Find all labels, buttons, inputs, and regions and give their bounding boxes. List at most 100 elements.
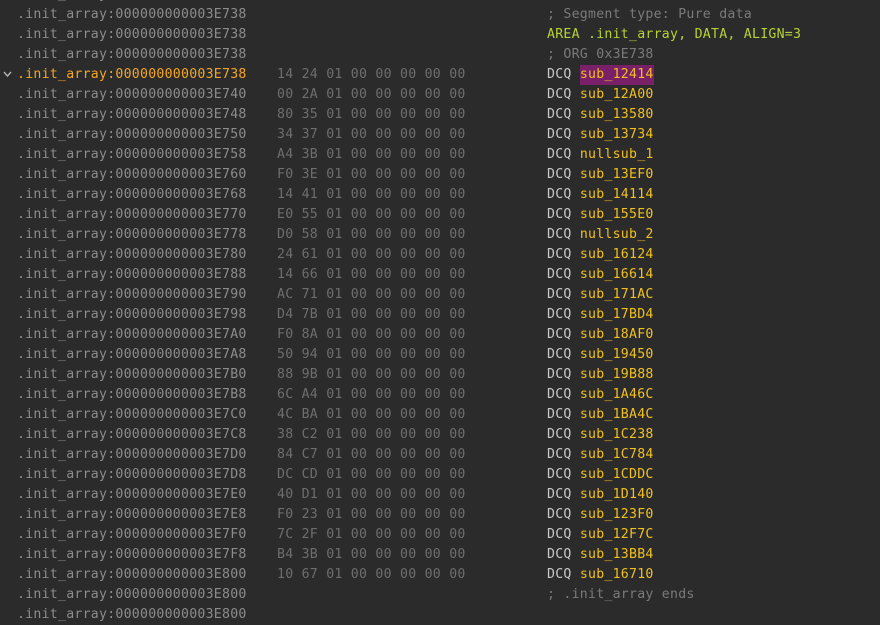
listing-line[interactable]: .init_array:000000000003E7D0 84 C7 01 00 … (0, 445, 880, 465)
line-address[interactable]: .init_array:000000000003E798 (17, 305, 247, 325)
function-reference-link[interactable]: sub_14114 (580, 185, 654, 205)
function-reference-link[interactable]: nullsub_2 (580, 225, 654, 245)
function-reference-link[interactable]: sub_16124 (580, 245, 654, 265)
listing-line[interactable]: .init_array:000000000003E800 10 67 01 00 … (0, 565, 880, 585)
listing-line[interactable]: .init_array:000000000003E740 00 2A 01 00 … (0, 85, 880, 105)
listing-line[interactable]: .init_array:000000000003E7B0 88 9B 01 00 … (0, 365, 880, 385)
instruction: DCQ sub_1D140 (547, 485, 654, 505)
function-reference-link[interactable]: sub_155E0 (580, 205, 654, 225)
line-address[interactable]: .init_array:000000000003E740 (17, 85, 247, 105)
chevron-down-icon[interactable] (1, 65, 15, 85)
instruction: DCQ sub_19B88 (547, 365, 654, 385)
listing-line[interactable]: .init_array:000000000003E7C0 4C BA 01 00 … (0, 405, 880, 425)
listing-line[interactable]: .init_array:000000000003E780 24 61 01 00 … (0, 245, 880, 265)
line-address[interactable]: .init_array:000000000003E7F0 (17, 525, 247, 545)
function-reference-link[interactable]: sub_1C238 (580, 425, 654, 445)
listing-line[interactable]: .init_array:000000000003E800 (0, 605, 880, 625)
line-address[interactable]: .init_array:000000000003E7F8 (17, 545, 247, 565)
listing-line[interactable]: .init_array:000000000003E760 F0 3E 01 00 … (0, 165, 880, 185)
listing-line[interactable]: .init_array:000000000003E798 D4 7B 01 00 … (0, 305, 880, 325)
line-address[interactable]: .init_array:000000000003E778 (17, 225, 247, 245)
line-address[interactable]: .init_array:000000000003E768 (17, 185, 247, 205)
function-reference-link[interactable]: sub_12A00 (580, 85, 654, 105)
line-address[interactable]: .init_array:000000000003E760 (17, 165, 247, 185)
function-reference-link[interactable]: sub_1BA4C (580, 405, 654, 425)
function-reference-link[interactable]: sub_1CDDC (580, 465, 654, 485)
function-reference-link[interactable]: sub_1C784 (580, 445, 654, 465)
hex-bytes: F0 8A 01 00 00 00 00 00 (277, 327, 466, 342)
line-address[interactable]: .init_array:000000000003E7E0 (17, 485, 247, 505)
line-address[interactable]: .init_array:000000000003E758 (17, 145, 247, 165)
line-address[interactable]: .init_array:000000000003E7B8 (17, 385, 247, 405)
line-address[interactable]: .init_array:000000000003E790 (17, 285, 247, 305)
listing-line[interactable]: .init_array:000000000003E7A8 50 94 01 00 … (0, 345, 880, 365)
line-address[interactable]: .init_array:000000000003E7A8 (17, 345, 247, 365)
listing-line[interactable]: .init_array:000000000003E770 E0 55 01 00 … (0, 205, 880, 225)
listing-line[interactable]: .init_array:000000000003E738 14 24 01 00 … (0, 65, 880, 85)
line-address[interactable]: .init_array:000000000003E7D0 (17, 445, 247, 465)
line-address[interactable]: .init_array:000000000003E7E8 (17, 505, 247, 525)
line-address[interactable]: .init_array:000000000003E770 (17, 205, 247, 225)
function-reference-link[interactable]: sub_13734 (580, 125, 654, 145)
function-reference-link[interactable]: sub_123F0 (580, 505, 654, 525)
segment-name: .init_array: (17, 547, 116, 562)
listing-line[interactable]: .init_array:000000000003E768 14 41 01 00 … (0, 185, 880, 205)
function-reference-link[interactable]: sub_16710 (580, 565, 654, 585)
listing-line[interactable]: .init_array:000000000003E788 14 66 01 00 … (0, 265, 880, 285)
listing-line[interactable]: .init_array:000000000003E7B8 6C A4 01 00 … (0, 385, 880, 405)
listing-line[interactable]: .init_array:000000000003E738 AREA .init_a… (0, 25, 880, 45)
function-reference-link[interactable]: sub_13EF0 (580, 165, 654, 185)
listing-line[interactable]: .init_array:000000000003E7C8 38 C2 01 00 … (0, 425, 880, 445)
disassembly-listing[interactable]: .init_array:000000000003E738.init_array:… (0, 0, 880, 625)
listing-line[interactable]: .init_array:000000000003E7E0 40 D1 01 00 … (0, 485, 880, 505)
function-reference-link[interactable]: sub_19B88 (580, 365, 654, 385)
listing-line[interactable]: .init_array:000000000003E7D8 DC CD 01 00 … (0, 465, 880, 485)
line-address[interactable]: .init_array:000000000003E800 (17, 585, 247, 605)
function-reference-link[interactable]: sub_1D140 (580, 485, 654, 505)
function-reference-link[interactable]: sub_171AC (580, 285, 654, 305)
line-address[interactable]: .init_array:000000000003E7A0 (17, 325, 247, 345)
line-address[interactable]: .init_array:000000000003E738 (17, 65, 247, 85)
function-reference-link[interactable]: sub_13BB4 (580, 545, 654, 565)
line-address[interactable]: .init_array:000000000003E7C8 (17, 425, 247, 445)
function-reference-link[interactable]: sub_13580 (580, 105, 654, 125)
function-reference-link[interactable]: sub_1A46C (580, 385, 654, 405)
line-address[interactable]: .init_array:000000000003E800 (17, 565, 247, 585)
function-reference-link[interactable]: sub_17BD4 (580, 305, 654, 325)
function-reference-link[interactable]: nullsub_1 (580, 145, 654, 165)
line-address[interactable]: .init_array:000000000003E780 (17, 245, 247, 265)
line-address[interactable]: .init_array:000000000003E750 (17, 125, 247, 145)
hex-bytes: 4C BA 01 00 00 00 00 00 (277, 407, 466, 422)
line-address[interactable]: .init_array:000000000003E800 (17, 605, 247, 625)
listing-line[interactable]: .init_array:000000000003E800 ; .init_arra… (0, 585, 880, 605)
line-address[interactable]: .init_array:000000000003E7D8 (17, 465, 247, 485)
line-address[interactable]: .init_array:000000000003E748 (17, 105, 247, 125)
instruction: DCQ sub_16614 (547, 265, 654, 285)
listing-line[interactable]: .init_array:000000000003E7F8 B4 3B 01 00 … (0, 545, 880, 565)
function-reference-link[interactable]: sub_12414 (579, 65, 654, 85)
hex-bytes: 00 2A 01 00 00 00 00 00 (277, 87, 466, 102)
listing-line[interactable]: .init_array:000000000003E7A0 F0 8A 01 00 … (0, 325, 880, 345)
listing-line[interactable]: .init_array:000000000003E758 A4 3B 01 00 … (0, 145, 880, 165)
listing-line[interactable]: .init_array:000000000003E738 ; ORG 0x3E73… (0, 45, 880, 65)
listing-line[interactable]: .init_array:000000000003E750 34 37 01 00 … (0, 125, 880, 145)
line-address[interactable]: .init_array:000000000003E7C0 (17, 405, 247, 425)
function-reference-link[interactable]: sub_18AF0 (580, 325, 654, 345)
function-reference-link[interactable]: sub_12F7C (580, 525, 654, 545)
line-address[interactable]: .init_array:000000000003E7B0 (17, 365, 247, 385)
listing-line[interactable]: .init_array:000000000003E738 ; Segment ty… (0, 5, 880, 25)
listing-line[interactable]: .init_array:000000000003E7F0 7C 2F 01 00 … (0, 525, 880, 545)
function-reference-link[interactable]: sub_19450 (580, 345, 654, 365)
mnemonic: DCQ (547, 167, 572, 182)
line-address[interactable]: .init_array:000000000003E738 (17, 5, 247, 25)
listing-line[interactable]: .init_array:000000000003E790 AC 71 01 00 … (0, 285, 880, 305)
listing-line[interactable]: .init_array:000000000003E748 80 35 01 00 … (0, 105, 880, 125)
line-address[interactable]: .init_array:000000000003E788 (17, 265, 247, 285)
segment-name: .init_array: (17, 467, 116, 482)
listing-line[interactable]: .init_array:000000000003E778 D0 58 01 00 … (0, 225, 880, 245)
function-reference-link[interactable]: sub_16614 (580, 265, 654, 285)
listing-line[interactable]: .init_array:000000000003E7E8 F0 23 01 00 … (0, 505, 880, 525)
line-address[interactable]: .init_array:000000000003E738 (17, 25, 247, 45)
address-offset: 000000000003E7C0 (115, 407, 247, 422)
line-address[interactable]: .init_array:000000000003E738 (17, 45, 247, 65)
